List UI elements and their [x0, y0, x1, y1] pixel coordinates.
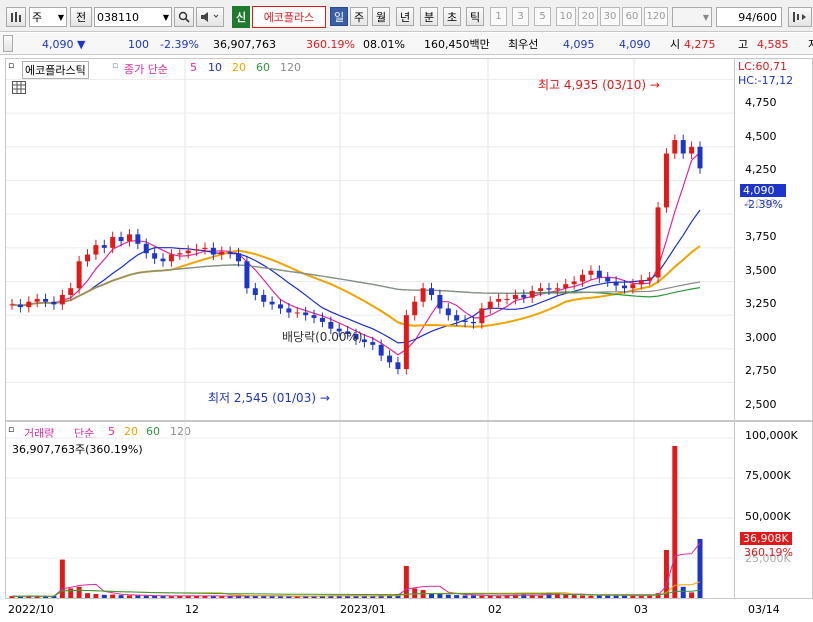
price-panel-title[interactable]: 에코플라스틱 [22, 61, 89, 79]
period-second-button[interactable]: 초 [443, 7, 461, 26]
x-axis-label: 2023/01 [340, 603, 386, 616]
period-day-button[interactable]: 일 [330, 7, 348, 26]
volume-y-tick: 75,000K [745, 469, 791, 482]
grid-toggle-icon[interactable] [12, 81, 26, 97]
high-price: 4,585 [757, 37, 789, 51]
chevron-down-icon: ▼ [702, 12, 709, 22]
hc-indicator: HC:-17,12 [738, 74, 794, 87]
top-toolbar: 주 ▼ 전 038110 ▼ 신 에코플라스 일 주 월 년 분 초 틱 1 3… [0, 0, 813, 32]
data-count-total: /600 [752, 10, 777, 24]
ask-price: 4,090 [619, 37, 651, 51]
ma5-legend: 5 [190, 61, 197, 74]
volume-panel-collapse-icon[interactable]: ▫ [8, 425, 14, 435]
price-y-tick: 2,750 [745, 364, 777, 377]
volume-y-tick: 50,000K [745, 510, 791, 523]
volume-tag: 36,908K [740, 532, 792, 545]
vol-ma5-legend: 5 [108, 425, 115, 438]
volume-ma-label: 단순 [74, 427, 95, 440]
volume-value: 36,907,763 [213, 37, 276, 51]
volume-y-tick: 100,000K [745, 429, 798, 442]
interval-3-button[interactable]: 3 [512, 7, 529, 26]
trade-amount: 160,450백만 [424, 38, 490, 51]
open-label: 시 [670, 38, 681, 51]
ma-legend-marker-icon: ▫ [112, 61, 119, 71]
ma120-legend: 120 [280, 61, 301, 74]
chart-tools-icon[interactable] [788, 7, 812, 27]
volume-panel-title[interactable]: 거래량 [24, 425, 54, 441]
stock-name[interactable]: 에코플라스 [252, 6, 326, 28]
chevron-down-icon: ▼ [57, 12, 64, 22]
lc-indicator: LC:60,71 [738, 60, 788, 73]
period-minute-button[interactable]: 분 [420, 7, 438, 26]
vol-ma60-legend: 60 [146, 425, 160, 438]
price-y-tick: 3,750 [745, 230, 777, 243]
price-change: 100 [128, 37, 149, 51]
interval-30-button[interactable]: 30 [600, 7, 620, 26]
market-select[interactable]: 주 ▼ [29, 7, 67, 27]
quote-bar-icon[interactable] [3, 35, 13, 52]
x-axis-label: 12 [185, 603, 199, 616]
dividend-annotation: 배당락(0.00%) [282, 330, 363, 344]
data-count-value: 94 [738, 10, 753, 24]
vol-ma20-legend: 20 [124, 425, 138, 438]
period-year-button[interactable]: 년 [396, 7, 414, 26]
code-input-value: 038110 [97, 10, 139, 24]
volume-pct-tag: 360.19% [744, 546, 793, 559]
vol-ma120-legend: 120 [170, 425, 191, 438]
x-axis-label: 03 [634, 603, 648, 616]
price-y-tick: 3,000 [745, 331, 777, 344]
market-select-value: 주 [32, 11, 43, 24]
change-arrow-icon: ▼ [77, 37, 86, 51]
volume-ratio: 360.19% [306, 37, 355, 51]
bid-price: 4,095 [563, 37, 595, 51]
price-y-tick: 4,250 [745, 163, 777, 176]
code-input[interactable]: 038110 ▼ [94, 7, 172, 27]
current-pct-tag: -2.39% [744, 198, 783, 211]
name-badge: 신 [232, 6, 250, 28]
current-price-value: 4,090 [42, 37, 74, 51]
ma60-legend: 60 [256, 61, 270, 74]
open-price: 4,275 [684, 37, 716, 51]
price-y-tick: 4,500 [745, 130, 777, 143]
interval-5-button[interactable]: 5 [534, 7, 551, 26]
high-annotation: 최고 4,935 (03/10) → [538, 78, 660, 92]
price-y-tick: 4,750 [745, 96, 777, 109]
price-y-tick: 3,500 [745, 264, 777, 277]
ma10-legend: 10 [208, 61, 222, 74]
data-count-field[interactable]: 94/600 [716, 7, 782, 27]
interval-120-button[interactable]: 120 [644, 7, 668, 26]
ma-legend-label: 종가 단순 [124, 63, 168, 76]
x-axis-label: 02 [488, 603, 502, 616]
high-label: 고 [738, 38, 749, 51]
search-icon[interactable] [174, 7, 194, 27]
low-annotation: 최저 2,545 (01/03) → [208, 391, 330, 405]
x-axis-label: 03/14 [748, 603, 780, 616]
price-chart-panel[interactable] [5, 58, 735, 421]
ma20-legend: 20 [232, 61, 246, 74]
interval-20-button[interactable]: 20 [578, 7, 598, 26]
price-panel-collapse-icon[interactable]: ▫ [8, 61, 14, 71]
chart-menu-icon[interactable] [6, 7, 26, 27]
volume-info: 36,907,763주(360.19%) [12, 443, 143, 456]
period-tick-button[interactable]: 틱 [466, 7, 484, 26]
interval-input[interactable]: ▼ [672, 7, 712, 27]
interval-60-button[interactable]: 60 [622, 7, 642, 26]
chevron-down-icon: ▼ [162, 12, 169, 22]
period-month-button[interactable]: 월 [372, 7, 390, 26]
price-change-pct: -2.39% [160, 37, 199, 51]
interval-10-button[interactable]: 10 [556, 7, 576, 26]
interval-1-button[interactable]: 1 [490, 7, 507, 26]
current-price: 4,090 ▼ [42, 36, 85, 52]
all-button[interactable]: 전 [70, 7, 92, 27]
best-quote-label: 최우선 [508, 38, 539, 51]
turnover-pct: 08.01% [363, 37, 405, 51]
low-label: 저 [808, 36, 813, 52]
current-price-tag: 4,090 [740, 184, 786, 197]
x-axis-label: 2022/10 [8, 603, 54, 616]
price-y-tick: 2,500 [745, 398, 777, 411]
price-y-tick: 3,250 [745, 297, 777, 310]
period-week-button[interactable]: 주 [350, 7, 368, 26]
speaker-icon[interactable] [196, 7, 224, 27]
